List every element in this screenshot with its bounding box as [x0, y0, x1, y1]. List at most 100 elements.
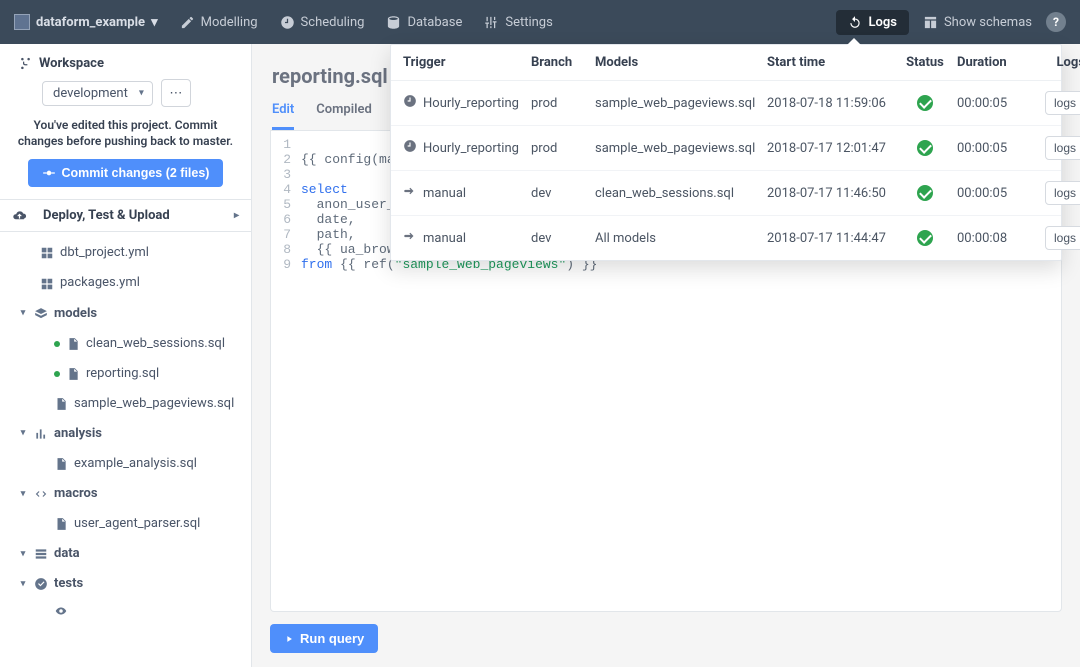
workspace-label: Workspace	[39, 56, 104, 71]
duration-cell: 00:00:05	[957, 141, 1023, 156]
check-circle-icon	[34, 577, 48, 591]
file-packages[interactable]: packages.yml	[4, 268, 247, 298]
hand-icon	[403, 229, 417, 247]
file-reporting[interactable]: reporting.sql	[4, 359, 247, 389]
code-text: from	[301, 257, 332, 272]
col-trigger: Trigger	[403, 55, 523, 70]
show-schemas-button[interactable]: Show schemas	[923, 15, 1032, 30]
sidebar: Workspace development ▾ ⋯ You've edited …	[0, 44, 252, 667]
col-branch: Branch	[531, 55, 587, 70]
nav-database[interactable]: Database	[386, 15, 462, 30]
logs-row: Hourly_reportingprodsample_web_pageviews…	[391, 81, 1061, 126]
duration-cell: 00:00:05	[957, 96, 1023, 111]
code-text: date,	[301, 212, 356, 227]
file-sample-web-pageviews[interactable]: sample_web_pageviews.sql	[4, 389, 247, 419]
help-button[interactable]: ?	[1046, 12, 1066, 32]
logs-label: Logs	[868, 15, 896, 30]
deploy-label2: Deploy, Test & Upload	[43, 208, 170, 223]
run-query-label: Run query	[300, 631, 364, 646]
run-row: Run query	[270, 624, 1062, 653]
branch-cell: dev	[531, 186, 587, 201]
top-navbar: dataform_example ▾ Modelling Scheduling …	[0, 0, 1080, 44]
status-success-icon	[917, 95, 933, 111]
view-logs-button[interactable]: logs	[1045, 181, 1080, 205]
logs-row: Hourly_reportingprodsample_web_pageviews…	[391, 126, 1061, 171]
file-dbt-project[interactable]: dbt_project.yml	[4, 238, 247, 268]
nav-scheduling[interactable]: Scheduling	[280, 15, 365, 30]
file-icon	[54, 397, 68, 411]
branch-more-button[interactable]: ⋯	[161, 79, 191, 107]
database-icon	[386, 15, 401, 30]
status-success-icon	[917, 230, 933, 246]
branch-cell: prod	[531, 96, 587, 111]
tab-label: Edit	[272, 102, 294, 117]
branch-select[interactable]: development ▾	[42, 81, 153, 106]
folder-models[interactable]: ▾ models	[4, 299, 247, 329]
modified-dot-icon	[54, 341, 60, 347]
chevron-right-icon: ▸	[234, 210, 239, 221]
help-icon: ?	[1053, 15, 1059, 29]
folder-tests[interactable]: ▾ tests	[4, 569, 247, 599]
deploy-row[interactable]: Deploy, Test & Upload ▸	[0, 199, 251, 232]
trigger-label: manual	[423, 231, 466, 246]
run-query-button[interactable]: Run query	[270, 624, 378, 653]
start-cell: 2018-07-17 11:44:47	[767, 231, 893, 246]
layers-icon	[34, 307, 48, 321]
nav-left: dataform_example ▾ Modelling Scheduling …	[14, 14, 553, 30]
file-clean-web-sessions[interactable]: clean_web_sessions.sql	[4, 329, 247, 359]
models-cell: All models	[595, 231, 759, 246]
chevron-down-icon: ▾	[18, 547, 28, 562]
view-logs-button[interactable]: logs	[1045, 136, 1080, 160]
status-cell	[901, 95, 949, 111]
view-logs-button[interactable]: logs	[1045, 226, 1080, 250]
code-icon	[34, 487, 48, 501]
trigger-cell: manual	[403, 229, 523, 247]
project-dropdown[interactable]: dataform_example ▾	[14, 14, 158, 30]
branch-icon	[18, 56, 33, 71]
folder-label: models	[54, 303, 97, 325]
logs-row: manualdevclean_web_sessions.sql2018-07-1…	[391, 171, 1061, 216]
nav-settings-label: Settings	[505, 15, 552, 30]
trigger-cell: Hourly_reporting	[403, 139, 523, 157]
hand-icon	[403, 184, 417, 202]
logs-body: Hourly_reportingprodsample_web_pageviews…	[391, 81, 1061, 260]
col-start: Start time	[767, 55, 893, 70]
nav-right: Logs Show schemas ?	[836, 10, 1066, 35]
grid-icon	[40, 277, 54, 291]
file-example-analysis[interactable]: example_analysis.sql	[4, 449, 247, 479]
code-text: select	[301, 182, 348, 197]
chevron-down-icon: ▾	[18, 306, 28, 321]
nav-modelling-label: Modelling	[201, 15, 258, 30]
trigger-cell: Hourly_reporting	[403, 94, 523, 112]
commit-icon	[42, 166, 56, 180]
tab-edit[interactable]: Edit	[272, 102, 294, 130]
nav-modelling[interactable]: Modelling	[180, 15, 258, 30]
folder-macros[interactable]: ▾ macros	[4, 479, 247, 509]
commit-button-label: Commit changes (2 files)	[62, 166, 210, 180]
start-cell: 2018-07-17 11:46:50	[767, 186, 893, 201]
pencil-icon	[180, 15, 195, 30]
logs-button[interactable]: Logs	[836, 10, 908, 35]
nav-database-label: Database	[407, 15, 462, 30]
file-label: packages.yml	[60, 272, 140, 294]
col-models: Models	[595, 55, 759, 70]
branch-row: development ▾ ⋯	[0, 79, 251, 115]
status-cell	[901, 185, 949, 201]
view-logs-button[interactable]: logs	[1045, 91, 1080, 115]
folder-label: analysis	[54, 423, 102, 445]
trigger-cell: manual	[403, 184, 523, 202]
cloud-upload-icon	[12, 208, 27, 223]
tab-compiled[interactable]: Compiled	[316, 102, 372, 130]
nav-settings[interactable]: Settings	[484, 15, 552, 30]
file-icon	[54, 457, 68, 471]
folder-data[interactable]: ▾ data	[4, 539, 247, 569]
folder-analysis[interactable]: ▾ analysis	[4, 419, 247, 449]
show-schemas-label: Show schemas	[944, 15, 1032, 30]
code-text: path,	[301, 227, 356, 242]
modified-dot-icon	[54, 371, 60, 377]
file-user-agent-parser[interactable]: user_agent_parser.sql	[4, 509, 247, 539]
file-icon	[54, 517, 68, 531]
col-status: Status	[901, 55, 949, 70]
commit-button[interactable]: Commit changes (2 files)	[28, 159, 224, 187]
start-cell: 2018-07-17 12:01:47	[767, 141, 893, 156]
